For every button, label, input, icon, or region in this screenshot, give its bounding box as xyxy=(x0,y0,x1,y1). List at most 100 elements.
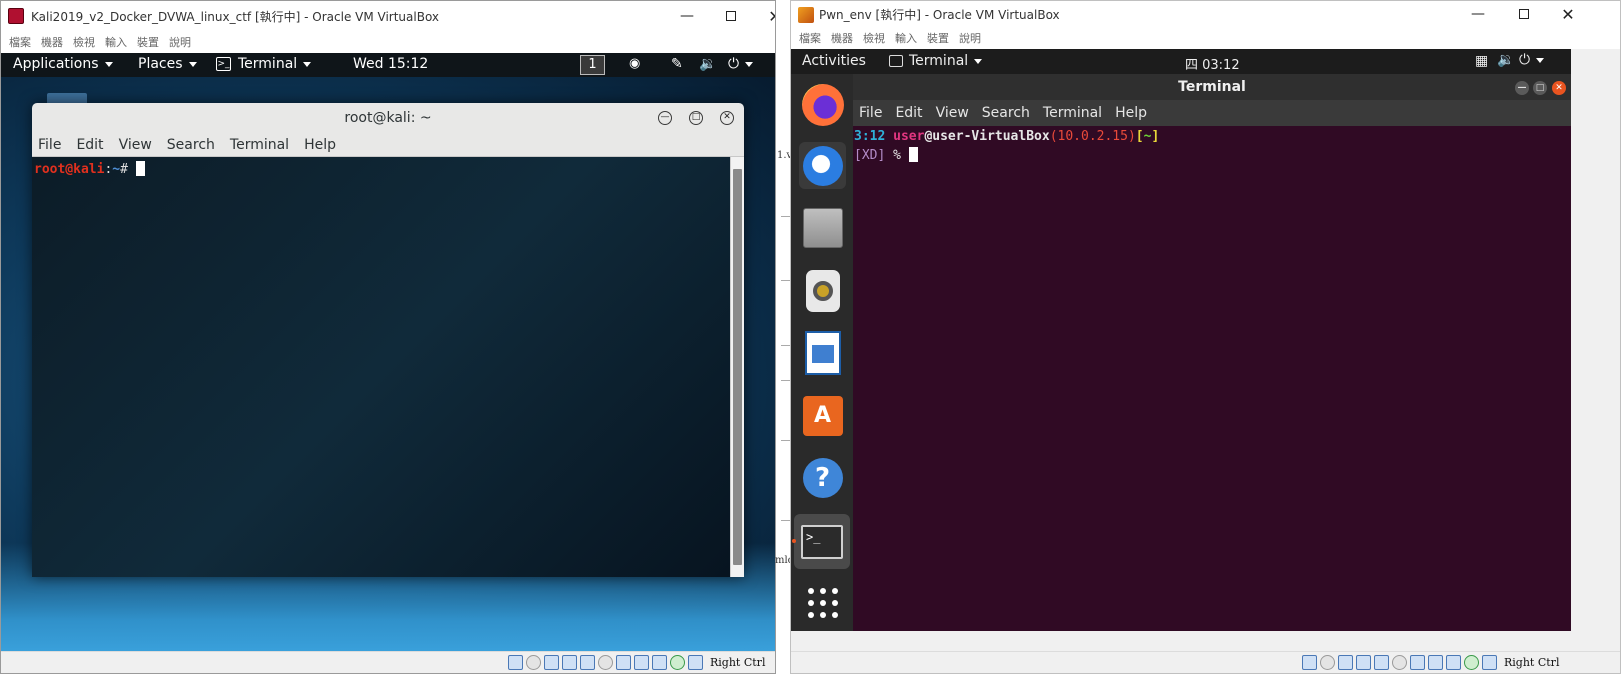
running-app-indicator xyxy=(792,539,796,543)
activities-button[interactable]: Activities xyxy=(802,53,866,69)
shared-folder-status-icon[interactable] xyxy=(1392,655,1407,670)
terminal-maximize-button[interactable]: □ xyxy=(1533,81,1547,95)
terminal-menu-help[interactable]: Help xyxy=(1115,105,1147,121)
mouse-integration-status-icon[interactable] xyxy=(670,655,685,670)
recording-status-icon[interactable] xyxy=(1428,655,1443,670)
kali-vm-window: Kali2019_v2_Docker_DVWA_linux_ctf [執行中] … xyxy=(0,0,776,674)
vt-x-status-icon[interactable] xyxy=(652,655,667,670)
usb-status-icon[interactable] xyxy=(580,655,595,670)
display-status-icon[interactable] xyxy=(616,655,631,670)
terminal-menu-file[interactable]: File xyxy=(38,137,61,153)
terminal-title-bar[interactable]: Terminal — □ ✕ xyxy=(853,74,1571,100)
pen-icon[interactable]: ✎ xyxy=(671,56,683,72)
ubuntu-guest-screen[interactable]: Activities Terminal 四 03:12 ▦ 🔉 ⏻ A ? >_ xyxy=(791,49,1571,631)
network-status-icon[interactable] xyxy=(1356,655,1371,670)
ubuntu-dock: A ? >_ xyxy=(791,74,853,631)
terminal-output[interactable]: 3:12 user@user-VirtualBox(10.0.2.15)[~] … xyxy=(853,126,1571,631)
host-key-label: Right Ctrl xyxy=(1504,656,1560,669)
help-icon[interactable]: ? xyxy=(799,454,846,501)
title-bar[interactable]: Pwn_env [執行中] - Oracle VM VirtualBox — ✕ xyxy=(791,1,1620,27)
optical-drive-status-icon[interactable] xyxy=(526,655,541,670)
terminal-menu-help[interactable]: Help xyxy=(304,137,336,153)
menu-machine[interactable]: 機器 xyxy=(41,34,63,50)
menu-devices[interactable]: 裝置 xyxy=(137,34,159,50)
terminal-menu-search[interactable]: Search xyxy=(167,137,215,153)
software-center-icon[interactable]: A xyxy=(799,392,846,439)
minimize-button[interactable]: — xyxy=(1456,2,1500,26)
kali-guest-screen[interactable]: Applications Places >_ Terminal Wed 15:1… xyxy=(1,53,775,653)
display-status-icon[interactable] xyxy=(1410,655,1425,670)
app-menu[interactable]: Terminal xyxy=(909,53,982,69)
terminal-output[interactable]: root@kali:~# xyxy=(32,157,730,577)
terminal-minimize-button[interactable]: — xyxy=(658,111,672,125)
workspace-indicator[interactable]: 1 xyxy=(580,55,605,75)
host-divider xyxy=(781,440,790,441)
terminal-menu-view[interactable]: View xyxy=(119,137,152,153)
terminal-maximize-button[interactable]: □ xyxy=(689,111,703,125)
terminal-scrollbar[interactable] xyxy=(730,157,744,577)
terminal-app-menu[interactable]: Terminal xyxy=(238,56,311,72)
places-menu[interactable]: Places xyxy=(138,56,197,72)
menu-help[interactable]: 說明 xyxy=(959,30,981,46)
files-icon[interactable] xyxy=(799,204,846,251)
terminal-menu-view[interactable]: View xyxy=(936,105,969,121)
audio-status-icon[interactable] xyxy=(1338,655,1353,670)
close-button[interactable]: ✕ xyxy=(1546,2,1590,26)
show-applications-icon[interactable] xyxy=(799,579,846,626)
volume-icon[interactable]: 🔉 xyxy=(1497,52,1514,68)
close-button[interactable]: ✕ xyxy=(753,4,775,28)
menu-help[interactable]: 說明 xyxy=(169,34,191,50)
volume-icon[interactable]: 🔉 xyxy=(699,56,716,72)
menu-input[interactable]: 輸入 xyxy=(895,30,917,46)
title-bar[interactable]: Kali2019_v2_Docker_DVWA_linux_ctf [執行中] … xyxy=(1,1,775,31)
libreoffice-writer-icon[interactable] xyxy=(799,329,846,376)
keyboard-capture-status-icon[interactable] xyxy=(1482,655,1497,670)
mouse-integration-status-icon[interactable] xyxy=(1464,655,1479,670)
thunderbird-icon[interactable] xyxy=(799,142,846,189)
shared-folder-status-icon[interactable] xyxy=(598,655,613,670)
clock[interactable]: Wed 15:12 xyxy=(353,56,428,72)
menu-machine[interactable]: 機器 xyxy=(831,30,853,46)
terminal-dock-icon[interactable]: >_ xyxy=(794,514,850,569)
network-status-icon[interactable] xyxy=(562,655,577,670)
menu-view[interactable]: 檢視 xyxy=(863,30,885,46)
vt-x-status-icon[interactable] xyxy=(1446,655,1461,670)
power-menu-icon[interactable]: ⏻ xyxy=(1519,52,1544,68)
hdd-status-icon[interactable] xyxy=(1302,655,1317,670)
shell-prompt-line: root@kali:~# xyxy=(34,161,145,177)
menu-input[interactable]: 輸入 xyxy=(105,34,127,50)
rhythmbox-icon[interactable] xyxy=(799,267,846,314)
menu-view[interactable]: 檢視 xyxy=(73,34,95,50)
menu-devices[interactable]: 裝置 xyxy=(927,30,949,46)
usb-status-icon[interactable] xyxy=(1374,655,1389,670)
network-icon[interactable]: ▦ xyxy=(1475,53,1488,69)
terminal-close-button[interactable]: ✕ xyxy=(1552,81,1566,95)
menu-file[interactable]: 檔案 xyxy=(9,34,31,50)
maximize-button[interactable] xyxy=(1502,2,1546,26)
firefox-icon[interactable] xyxy=(799,81,846,128)
recording-status-icon[interactable] xyxy=(634,655,649,670)
vbox-status-bar: Right Ctrl xyxy=(1,651,775,673)
applications-menu[interactable]: Applications xyxy=(13,56,113,72)
power-menu-icon[interactable]: ⏻ xyxy=(728,56,753,72)
terminal-menu-terminal[interactable]: Terminal xyxy=(230,137,289,153)
clock[interactable]: 四 03:12 xyxy=(1185,54,1240,73)
keyboard-capture-status-icon[interactable] xyxy=(688,655,703,670)
scrollbar-thumb[interactable] xyxy=(733,169,742,565)
terminal-menu-search[interactable]: Search xyxy=(982,105,1030,121)
terminal-title: Terminal xyxy=(1178,79,1246,95)
maximize-button[interactable] xyxy=(709,4,753,28)
camera-icon[interactable]: ◉ xyxy=(629,56,640,71)
audio-status-icon[interactable] xyxy=(544,655,559,670)
menu-file[interactable]: 檔案 xyxy=(799,30,821,46)
terminal-menu-terminal[interactable]: Terminal xyxy=(1043,105,1102,121)
optical-drive-status-icon[interactable] xyxy=(1320,655,1335,670)
terminal-menu-edit[interactable]: Edit xyxy=(895,105,922,121)
terminal-close-button[interactable]: ✕ xyxy=(720,111,734,125)
terminal-title-bar[interactable]: root@kali: ~ — □ ✕ xyxy=(32,103,744,133)
terminal-menu-file[interactable]: File xyxy=(859,105,882,121)
terminal-minimize-button[interactable]: — xyxy=(1515,81,1529,95)
hdd-status-icon[interactable] xyxy=(508,655,523,670)
minimize-button[interactable]: — xyxy=(665,4,709,28)
terminal-menu-edit[interactable]: Edit xyxy=(76,137,103,153)
